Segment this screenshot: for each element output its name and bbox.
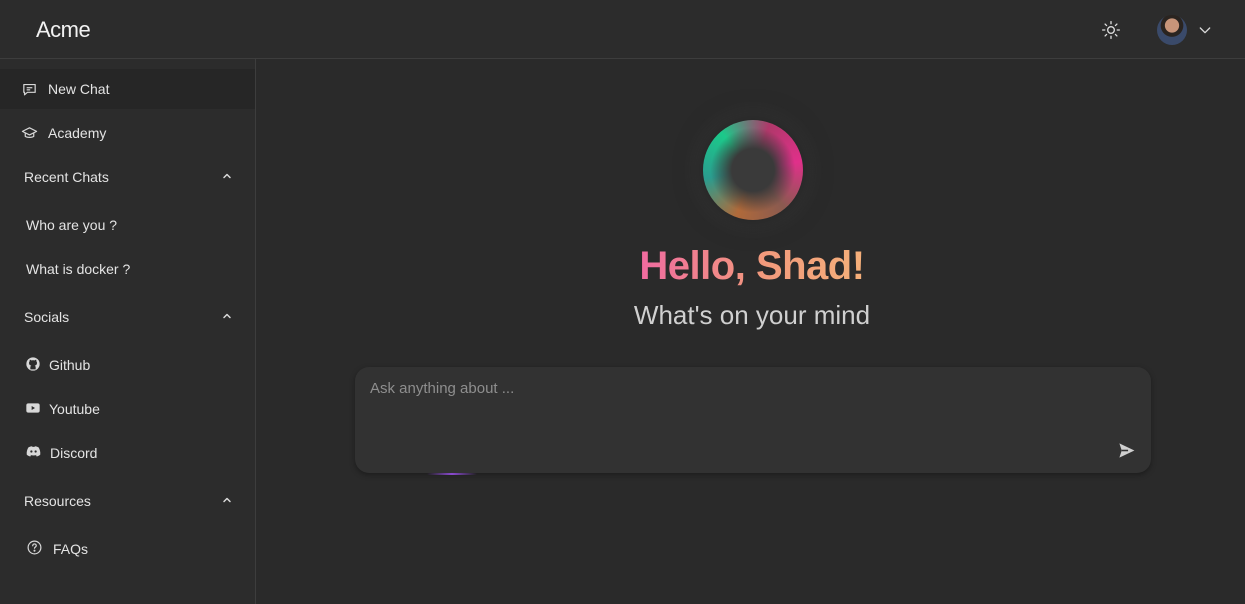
github-icon <box>25 356 41 375</box>
section-label: Recent Chats <box>24 169 109 185</box>
section-label: Resources <box>24 493 91 509</box>
assistant-orb <box>703 120 803 220</box>
help-circle-icon <box>26 539 43 559</box>
chat-input[interactable] <box>355 367 1095 473</box>
section-recent-chats[interactable]: Recent Chats <box>0 157 255 197</box>
composer-glow <box>427 473 477 475</box>
greeting-subtitle: What's on your mind <box>633 300 871 330</box>
recent-chat-label: What is docker ? <box>26 261 131 277</box>
social-item-discord[interactable]: Discord <box>0 433 255 473</box>
section-label: Socials <box>24 309 70 325</box>
chevron-up-icon <box>221 493 233 509</box>
sidebar-item-label: Academy <box>48 125 107 141</box>
youtube-icon <box>25 400 41 419</box>
avatar <box>1157 15 1187 45</box>
chevron-up-icon <box>221 169 233 185</box>
social-label: Github <box>49 357 91 373</box>
sun-icon <box>1102 21 1120 39</box>
send-button[interactable] <box>1115 439 1137 461</box>
resource-label: FAQs <box>53 541 89 557</box>
top-bar: Acme <box>0 0 1245 59</box>
chevron-up-icon <box>221 309 233 325</box>
chat-composer <box>355 367 1151 473</box>
theme-toggle-button[interactable] <box>1099 18 1123 42</box>
recent-chat-item[interactable]: Who are you ? <box>0 205 255 245</box>
section-resources[interactable]: Resources <box>0 481 255 521</box>
social-label: Discord <box>50 445 98 461</box>
sidebar: New Chat Academy Recent Chats Who are yo… <box>0 59 256 604</box>
section-socials[interactable]: Socials <box>0 297 255 337</box>
recent-chat-label: Who are you ? <box>26 217 118 233</box>
discord-icon <box>25 443 42 463</box>
greeting-title: Hello, Shad! <box>257 244 1245 289</box>
main-panel: Hello, Shad! What's on your mind <box>257 60 1245 604</box>
social-item-youtube[interactable]: Youtube <box>0 389 255 429</box>
sidebar-item-new-chat[interactable]: New Chat <box>0 69 255 109</box>
send-icon <box>1118 442 1134 458</box>
greeting-text: Hello, Shad! <box>639 244 865 288</box>
recent-chat-item[interactable]: What is docker ? <box>0 249 255 289</box>
user-menu-button[interactable] <box>1157 14 1215 46</box>
chat-bubble-icon <box>20 80 38 98</box>
sidebar-item-academy[interactable]: Academy <box>0 113 255 153</box>
sidebar-item-label: New Chat <box>48 81 110 97</box>
social-item-github[interactable]: Github <box>0 345 255 385</box>
resource-item-faqs[interactable]: FAQs <box>0 529 255 569</box>
brand-logo[interactable]: Acme <box>36 17 91 43</box>
chevron-down-icon <box>1197 22 1213 38</box>
social-label: Youtube <box>49 401 100 417</box>
graduation-cap-icon <box>20 124 38 142</box>
